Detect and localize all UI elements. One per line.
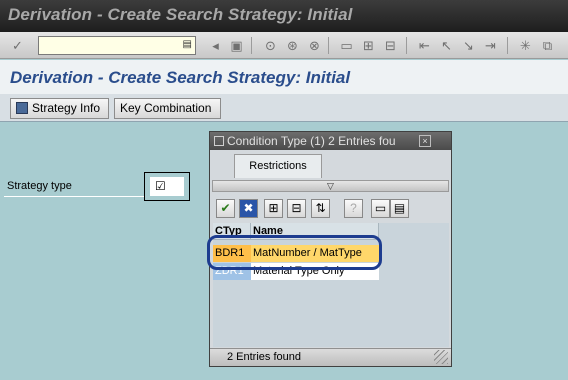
resize-grip-icon[interactable] bbox=[434, 350, 448, 364]
cancel-icon[interactable]: ⊗ bbox=[306, 37, 323, 54]
find-icon[interactable]: ⊞ bbox=[360, 37, 377, 54]
results-grid: CTyp Name BDR1 MatNumber / MatType ZDR1 … bbox=[213, 223, 449, 347]
popup-toolbar: ✔ ✖ ⊞ ⊟ ⇅ ? ▭ ▤ bbox=[210, 197, 451, 221]
popup-status-bar: 2 Entries found bbox=[210, 348, 451, 366]
checkbox-icon: ☑ bbox=[155, 179, 166, 193]
toolbar-divider bbox=[406, 37, 407, 54]
help-icon: ? bbox=[344, 199, 363, 218]
enter-icon[interactable]: ✓ bbox=[9, 37, 26, 54]
next-page-icon[interactable]: ↘ bbox=[460, 37, 477, 54]
window-title: Derivation - Create Search Strategy: Ini… bbox=[8, 5, 353, 24]
find-next-icon[interactable]: ⊟ bbox=[287, 199, 306, 218]
strategy-type-field[interactable]: ☑ bbox=[144, 172, 190, 201]
find-next-icon[interactable]: ⊟ bbox=[382, 37, 399, 54]
window-titlebar: Derivation - Create Search Strategy: Ini… bbox=[0, 0, 568, 32]
popup-titlebar[interactable]: Condition Type (1) 2 Entries fou bbox=[210, 132, 451, 150]
popup-title: Condition Type (1) 2 Entries fou bbox=[227, 134, 396, 148]
command-history-icon[interactable]: ▤ bbox=[183, 39, 192, 50]
key-combination-label: Key Combination bbox=[120, 101, 212, 115]
last-page-icon[interactable]: ⇥ bbox=[482, 37, 499, 54]
sort-icon[interactable]: ⇅ bbox=[311, 199, 330, 218]
toolbar-divider bbox=[328, 37, 329, 54]
tab-restrictions[interactable]: Restrictions bbox=[234, 154, 322, 178]
toolbar-divider bbox=[507, 37, 508, 54]
new-session-icon[interactable]: ✳ bbox=[517, 37, 534, 54]
cell-name[interactable]: Material Type Only bbox=[251, 263, 379, 280]
condition-type-popup: Condition Type (1) 2 Entries fou × Restr… bbox=[209, 131, 452, 367]
toolbar-divider bbox=[251, 37, 252, 54]
strategy-type-input[interactable]: ☑ bbox=[150, 177, 184, 196]
key-combination-button[interactable]: Key Combination bbox=[114, 98, 221, 119]
cancel-icon[interactable]: ✖ bbox=[239, 199, 258, 218]
previous-page-icon[interactable]: ↖ bbox=[438, 37, 455, 54]
cell-ctyp[interactable]: BDR1 bbox=[213, 245, 251, 262]
page-title: Derivation - Create Search Strategy: Ini… bbox=[10, 68, 351, 87]
confirm-icon[interactable]: ✔ bbox=[216, 199, 235, 218]
entries-found-text: 2 Entries found bbox=[227, 351, 301, 363]
expand-restrictions-splitter[interactable]: ▽ bbox=[212, 180, 449, 192]
close-icon[interactable]: × bbox=[419, 135, 431, 147]
strategy-info-label: Strategy Info bbox=[32, 101, 101, 115]
screen-header: Derivation - Create Search Strategy: Ini… bbox=[0, 60, 568, 94]
column-header-ctyp[interactable]: CTyp bbox=[213, 223, 251, 240]
first-page-icon[interactable]: ⇤ bbox=[416, 37, 433, 54]
popup-tabstrip: Restrictions bbox=[210, 150, 451, 180]
collapse-icon[interactable]: ◂ bbox=[207, 37, 224, 54]
save-icon[interactable]: ▣ bbox=[228, 37, 245, 54]
print-icon[interactable]: ▭ bbox=[338, 37, 355, 54]
shortcut-icon[interactable]: ⧉ bbox=[539, 37, 556, 54]
cell-ctyp[interactable]: ZDR1 bbox=[213, 263, 251, 280]
find-icon[interactable]: ⊞ bbox=[264, 199, 283, 218]
info-icon bbox=[16, 102, 28, 114]
application-toolbar: Strategy Info Key Combination bbox=[0, 94, 568, 122]
cell-name[interactable]: MatNumber / MatType bbox=[251, 245, 379, 262]
standard-toolbar: ✓ ▤ ◂ ▣ ⊙ ⊛ ⊗ ▭ ⊞ ⊟ ⇤ ↖ ↘ ⇥ ✳ ⧉ bbox=[0, 32, 568, 59]
settings-icon[interactable]: ▤ bbox=[390, 199, 409, 218]
column-header-name[interactable]: Name bbox=[251, 223, 379, 240]
field-underline bbox=[4, 196, 144, 197]
back-icon[interactable]: ⊙ bbox=[262, 37, 279, 54]
command-field[interactable]: ▤ bbox=[38, 36, 196, 55]
exit-icon[interactable]: ⊛ bbox=[284, 37, 301, 54]
window-menu-icon[interactable] bbox=[214, 136, 224, 146]
tab-restrictions-label: Restrictions bbox=[249, 160, 307, 172]
strategy-info-button[interactable]: Strategy Info bbox=[10, 98, 109, 119]
print-icon[interactable]: ▭ bbox=[371, 199, 390, 218]
strategy-type-label: Strategy type bbox=[7, 180, 72, 192]
